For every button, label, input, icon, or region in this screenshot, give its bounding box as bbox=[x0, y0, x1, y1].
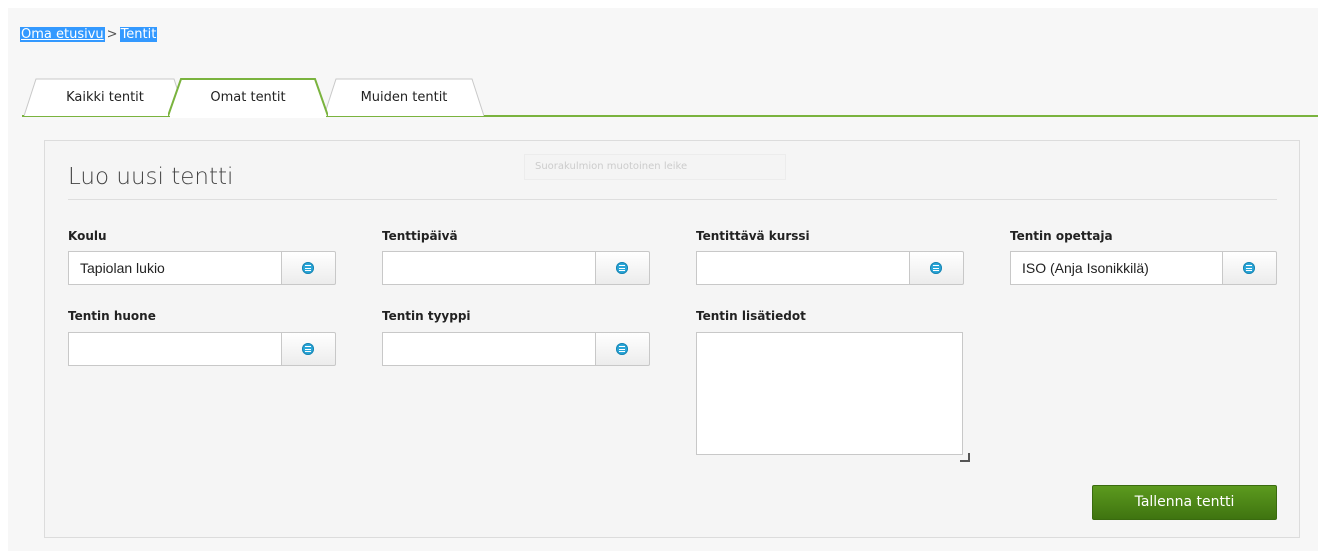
koulu-input[interactable]: Tapiolan lukio bbox=[68, 251, 282, 285]
lisatiedot-textarea[interactable] bbox=[696, 332, 963, 455]
tab-label: Kaikki tentit bbox=[66, 90, 144, 105]
tenttipaiva-picker-button[interactable] bbox=[595, 251, 650, 285]
opettaja-input[interactable]: ISO (Anja Isonikkilä) bbox=[1010, 251, 1223, 285]
kurssi-picker-button[interactable] bbox=[909, 251, 964, 285]
tenttipaiva-input[interactable] bbox=[382, 251, 596, 285]
breadcrumb-separator: > bbox=[106, 27, 118, 42]
tab-label: Omat tentit bbox=[210, 90, 286, 105]
list-circle-icon bbox=[1243, 262, 1255, 274]
tab-label: Muiden tentit bbox=[360, 90, 448, 105]
huone-label: Tentin huone bbox=[68, 309, 156, 323]
tab-omat-tentit[interactable]: Omat tentit bbox=[168, 78, 328, 118]
koulu-label: Koulu bbox=[68, 229, 107, 243]
save-exam-button[interactable]: Tallenna tentti bbox=[1092, 485, 1277, 520]
list-circle-icon bbox=[302, 343, 314, 355]
list-circle-icon bbox=[930, 262, 942, 274]
breadcrumb-current: Tentit bbox=[119, 27, 158, 42]
snip-overlay-hint: Suorakulmion muotoinen leike bbox=[524, 154, 786, 180]
list-circle-icon bbox=[616, 262, 628, 274]
opettaja-picker-button[interactable] bbox=[1222, 251, 1277, 285]
lisatiedot-label: Tentin lisätiedot bbox=[696, 309, 806, 323]
tenttipaiva-label: Tenttipäivä bbox=[382, 229, 458, 243]
tab-muiden-tentit[interactable]: Muiden tentit bbox=[324, 78, 484, 116]
list-circle-icon bbox=[616, 343, 628, 355]
opettaja-label: Tentin opettaja bbox=[1010, 229, 1113, 243]
tab-kaikki-tentit[interactable]: Kaikki tentit bbox=[24, 78, 186, 116]
kurssi-input[interactable] bbox=[696, 251, 910, 285]
tyyppi-label: Tentin tyyppi bbox=[382, 309, 471, 323]
panel-title: Luo uusi tentti bbox=[68, 164, 234, 190]
huone-picker-button[interactable] bbox=[281, 332, 336, 366]
tyyppi-input[interactable] bbox=[382, 332, 596, 366]
huone-input[interactable] bbox=[68, 332, 282, 366]
list-circle-icon bbox=[302, 262, 314, 274]
kurssi-label: Tentittävä kurssi bbox=[696, 229, 810, 243]
title-divider bbox=[68, 199, 1277, 200]
breadcrumb-home-link[interactable]: Oma etusivu bbox=[20, 27, 105, 42]
resize-grip-icon[interactable] bbox=[958, 452, 970, 462]
tyyppi-picker-button[interactable] bbox=[595, 332, 650, 366]
breadcrumb: Oma etusivu > Tentit bbox=[20, 27, 158, 43]
koulu-picker-button[interactable] bbox=[281, 251, 336, 285]
